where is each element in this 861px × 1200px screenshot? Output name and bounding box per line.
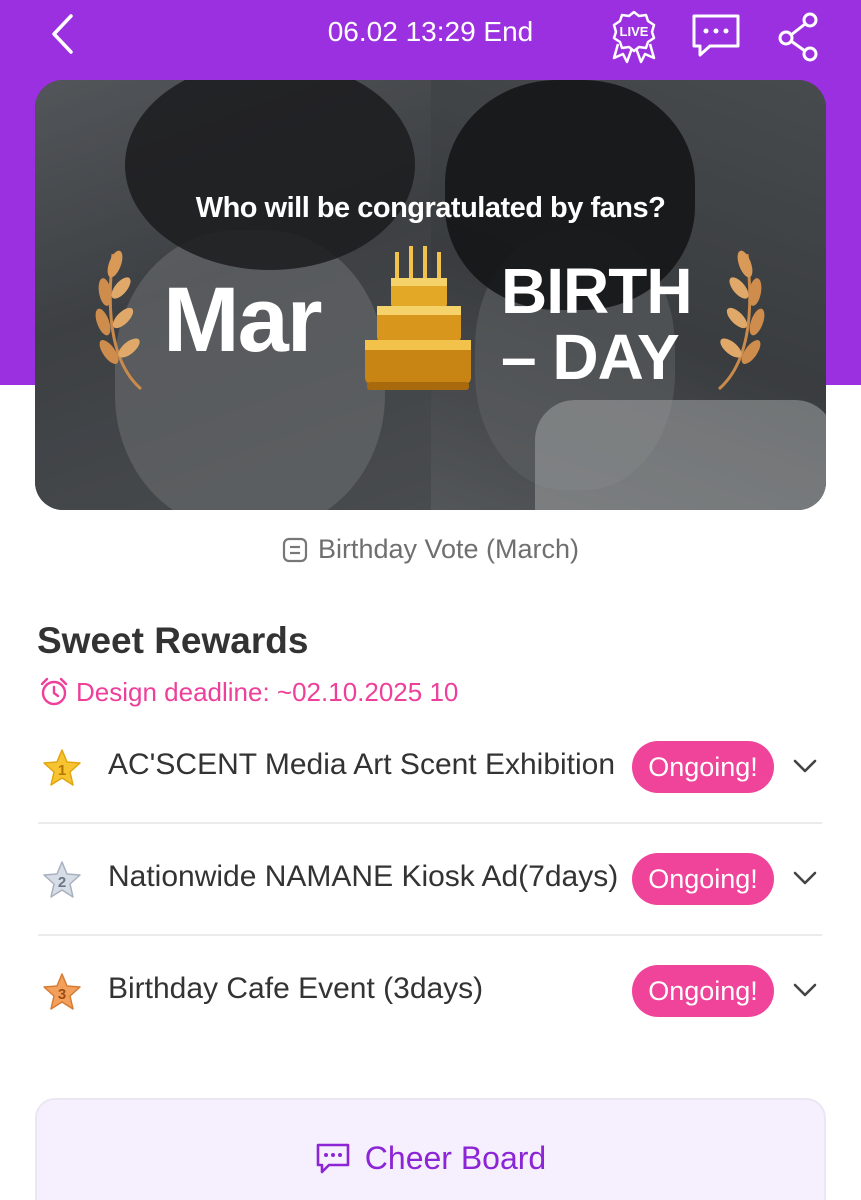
reward-rank: 3 (58, 986, 66, 1003)
alarm-clock-icon (40, 677, 68, 706)
reward-item-1[interactable]: 1 AC'SCENT Media Art Scent Exhibition On… (38, 712, 822, 824)
live-icon: LIVE (612, 10, 656, 64)
status-badge: Ongoing! (632, 853, 774, 905)
event-banner: Who will be congratulated by fans? Mar B… (35, 80, 826, 510)
bronze-star-rank-icon: 3 (43, 973, 81, 1010)
gold-star-rank-icon: 1 (43, 749, 81, 786)
vote-link[interactable]: Birthday Vote (March) (0, 534, 861, 565)
chevron-down-icon (793, 983, 817, 997)
status-badge: Ongoing! (632, 965, 774, 1017)
comments-button[interactable] (688, 8, 744, 64)
reward-rank: 1 (58, 762, 66, 779)
expand-button[interactable] (788, 972, 822, 1008)
top-bar: 06.02 13:29 End LIVE (0, 0, 861, 72)
status-badge: Ongoing! (632, 741, 774, 793)
expand-button[interactable] (788, 748, 822, 784)
expand-button[interactable] (788, 860, 822, 896)
banner-question: Who will be congratulated by fans? (195, 192, 666, 224)
birthday-cake-icon (365, 246, 471, 390)
laurel-right-icon (718, 250, 765, 391)
live-badge-text: LIVE (620, 24, 649, 39)
vote-label-text: Birthday Vote (March) (317, 534, 580, 564)
chevron-down-icon (793, 871, 817, 885)
banner-birth-line2: – DAY (501, 321, 680, 393)
design-deadline: Design deadline: ~02.10.2025 10 (38, 676, 458, 708)
banner-birthday-text: BIRTH – DAY (501, 255, 693, 393)
reward-item-3[interactable]: 3 Birthday Cafe Event (3days) Ongoing! (38, 936, 822, 1048)
rewards-title: Sweet Rewards (37, 620, 309, 661)
chat-icon (692, 14, 740, 57)
chat-bubble-icon (316, 1143, 350, 1173)
deadline-text: Design deadline: ~02.10.2025 10 (76, 676, 459, 707)
laurel-left-icon (95, 250, 142, 391)
share-icon (778, 12, 818, 62)
live-button[interactable]: LIVE (606, 8, 662, 64)
chevron-down-icon (793, 759, 817, 773)
reward-item-2[interactable]: 2 Nationwide NAMANE Kiosk Ad(7days) Ongo… (38, 824, 822, 936)
reward-name: AC'SCENT Media Art Scent Exhibition (108, 748, 616, 781)
banner-birth-line1: BIRTH (501, 255, 693, 327)
banner-month: Mar (163, 269, 323, 371)
cheer-board-content: Cheer Board (37, 1140, 824, 1177)
reward-name: Nationwide NAMANE Kiosk Ad(7days) (108, 860, 619, 893)
cheer-board-button[interactable]: Cheer Board (35, 1098, 826, 1200)
silver-star-rank-icon: 2 (43, 861, 81, 898)
reward-name: Birthday Cafe Event (3days) (108, 972, 484, 1005)
share-button[interactable] (770, 8, 826, 64)
reward-rank: 2 (58, 874, 66, 891)
document-icon (282, 537, 308, 562)
cheer-board-label: Cheer Board (364, 1140, 547, 1176)
